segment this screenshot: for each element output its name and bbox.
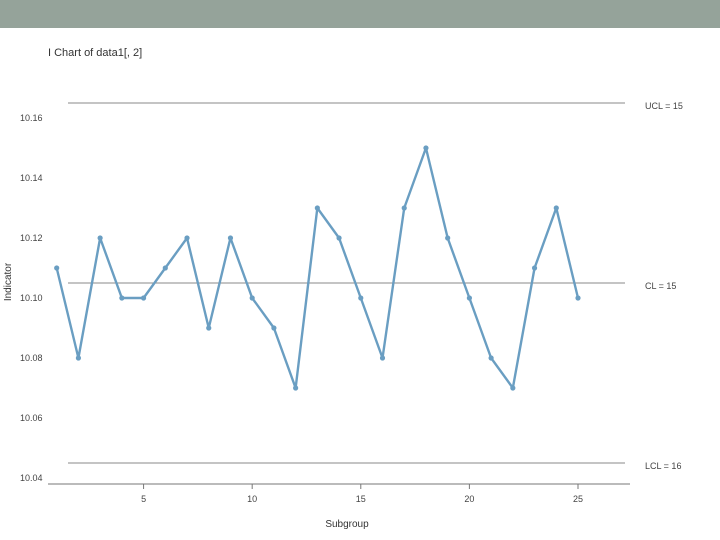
data-point (379, 355, 386, 361)
data-point (54, 265, 60, 271)
data-point (401, 205, 407, 211)
data-point (488, 355, 494, 361)
y-tick-label: 10.16 (20, 113, 43, 123)
data-point (206, 325, 212, 331)
axes: 5 10 15 20 25 10.04 10.06 10.08 10.10 10.12 10.14 1… (20, 113, 630, 504)
data-point (293, 385, 299, 391)
x-tick-label: 20 (464, 494, 474, 504)
x-tick-label: 5 (141, 494, 146, 504)
control-limit-label: CL = 15 (645, 281, 676, 291)
series-layer (54, 145, 581, 391)
data-point (271, 325, 277, 331)
y-tick-label: 10.10 (20, 293, 43, 303)
y-tick-label: 10.08 (20, 353, 43, 363)
data-point (227, 235, 234, 241)
y-tick-label: 10.14 (20, 173, 43, 183)
data-point (184, 235, 190, 241)
data-point (249, 295, 255, 301)
data-point (75, 355, 82, 361)
data-point (531, 265, 538, 271)
x-axis-title: Subgroup (325, 519, 369, 530)
i-chart: I Chart of data1[, 2] Subgroup Indicator… (3, 47, 683, 530)
data-point (140, 295, 147, 301)
y-axis-title: Indicator (3, 262, 14, 301)
data-point (314, 205, 320, 211)
x-tick-label: 25 (573, 494, 583, 504)
data-point (336, 235, 342, 241)
data-point (575, 295, 581, 301)
chart-title: I Chart of data1[, 2] (48, 47, 142, 59)
data-point (466, 295, 472, 301)
y-tick-label: 10.12 (20, 233, 43, 243)
control-limit-lines: UCL = 15 CL = 15 LCL = 16 (68, 101, 683, 471)
y-tick-label: 10.04 (20, 473, 43, 483)
data-point (510, 385, 516, 391)
data-point (553, 205, 559, 211)
x-tick-label: 10 (247, 494, 257, 504)
data-point (423, 145, 429, 151)
data-point (162, 265, 168, 271)
data-point (97, 235, 103, 241)
control-limit-label: LCL = 16 (645, 461, 681, 471)
data-point (358, 295, 364, 301)
control-limit-label: UCL = 15 (645, 101, 683, 111)
series-line (55, 146, 580, 390)
data-point (445, 235, 451, 241)
y-tick-label: 10.06 (20, 413, 43, 423)
x-tick-label: 15 (356, 494, 366, 504)
data-point (119, 295, 125, 301)
